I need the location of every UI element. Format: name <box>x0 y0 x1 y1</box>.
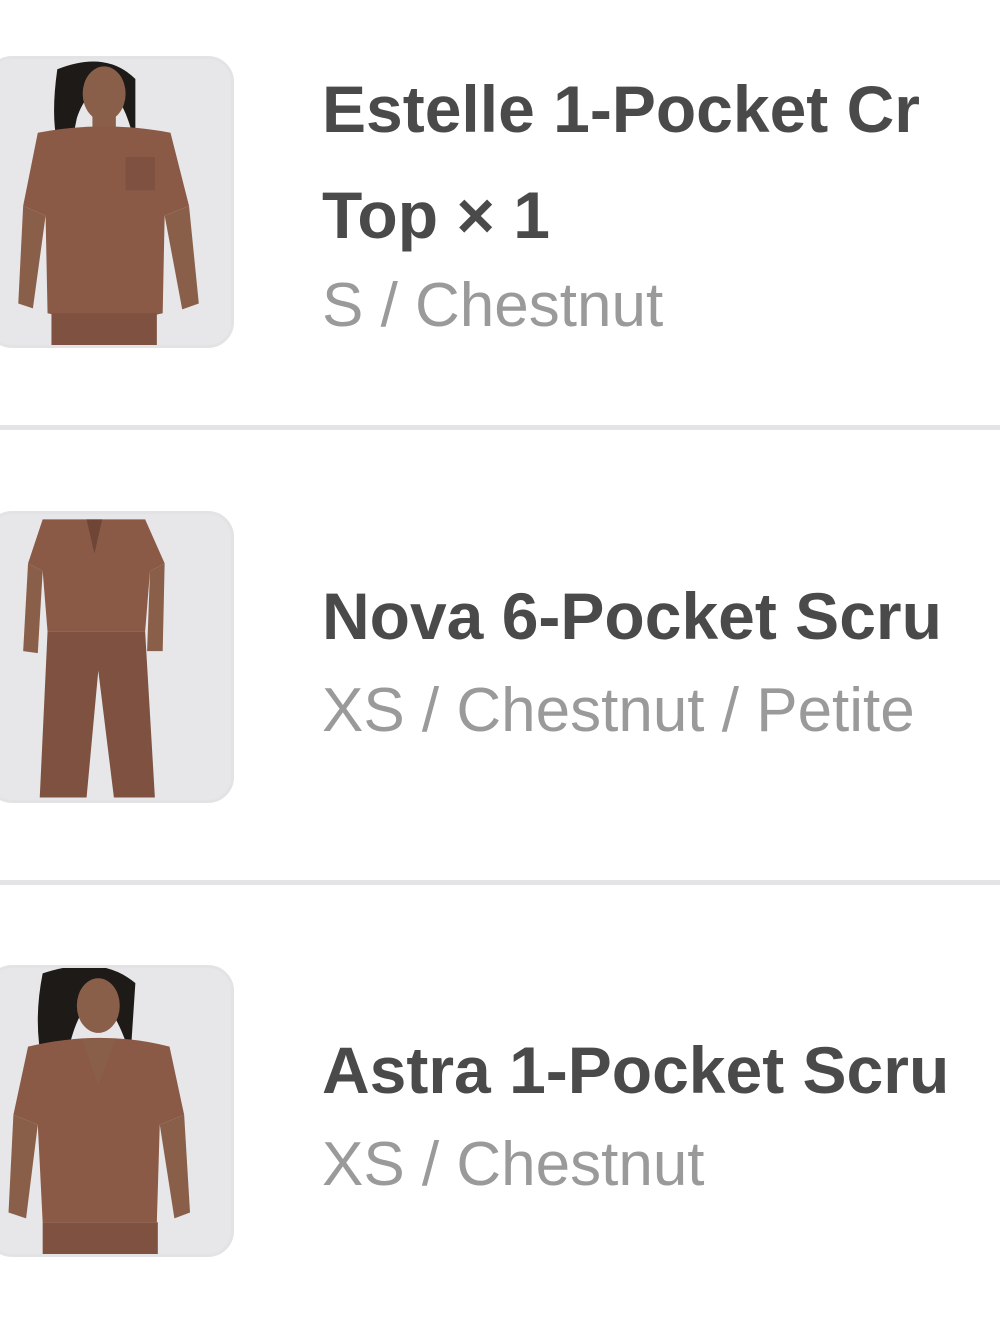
item-title: Nova 6-Pocket Scru <box>322 579 942 653</box>
product-photo <box>0 514 231 800</box>
list-item[interactable]: Estelle 1-Pocket Cr Top × 1 S / Chestnut <box>0 56 1000 356</box>
product-photo <box>0 59 231 345</box>
divider <box>0 425 1000 430</box>
product-thumbnail[interactable] <box>0 56 234 348</box>
product-thumbnail[interactable] <box>0 511 234 803</box>
item-title: Astra 1-Pocket Scru <box>322 1033 950 1107</box>
divider <box>0 880 1000 885</box>
item-title: Estelle 1-Pocket Cr <box>322 72 920 146</box>
item-variant: XS / Chestnut / Petite <box>322 676 915 745</box>
item-variant: XS / Chestnut <box>322 1130 705 1199</box>
list-item[interactable]: Astra 1-Pocket Scru XS / Chestnut <box>0 965 1000 1265</box>
order-items-list: Estelle 1-Pocket Cr Top × 1 S / Chestnut… <box>0 0 1000 1333</box>
list-item[interactable]: Nova 6-Pocket Scru XS / Chestnut / Petit… <box>0 511 1000 811</box>
item-variant: S / Chestnut <box>322 271 664 340</box>
product-thumbnail[interactable] <box>0 965 234 1257</box>
item-title-line-2: Top × 1 <box>322 178 550 252</box>
product-photo <box>0 968 231 1254</box>
